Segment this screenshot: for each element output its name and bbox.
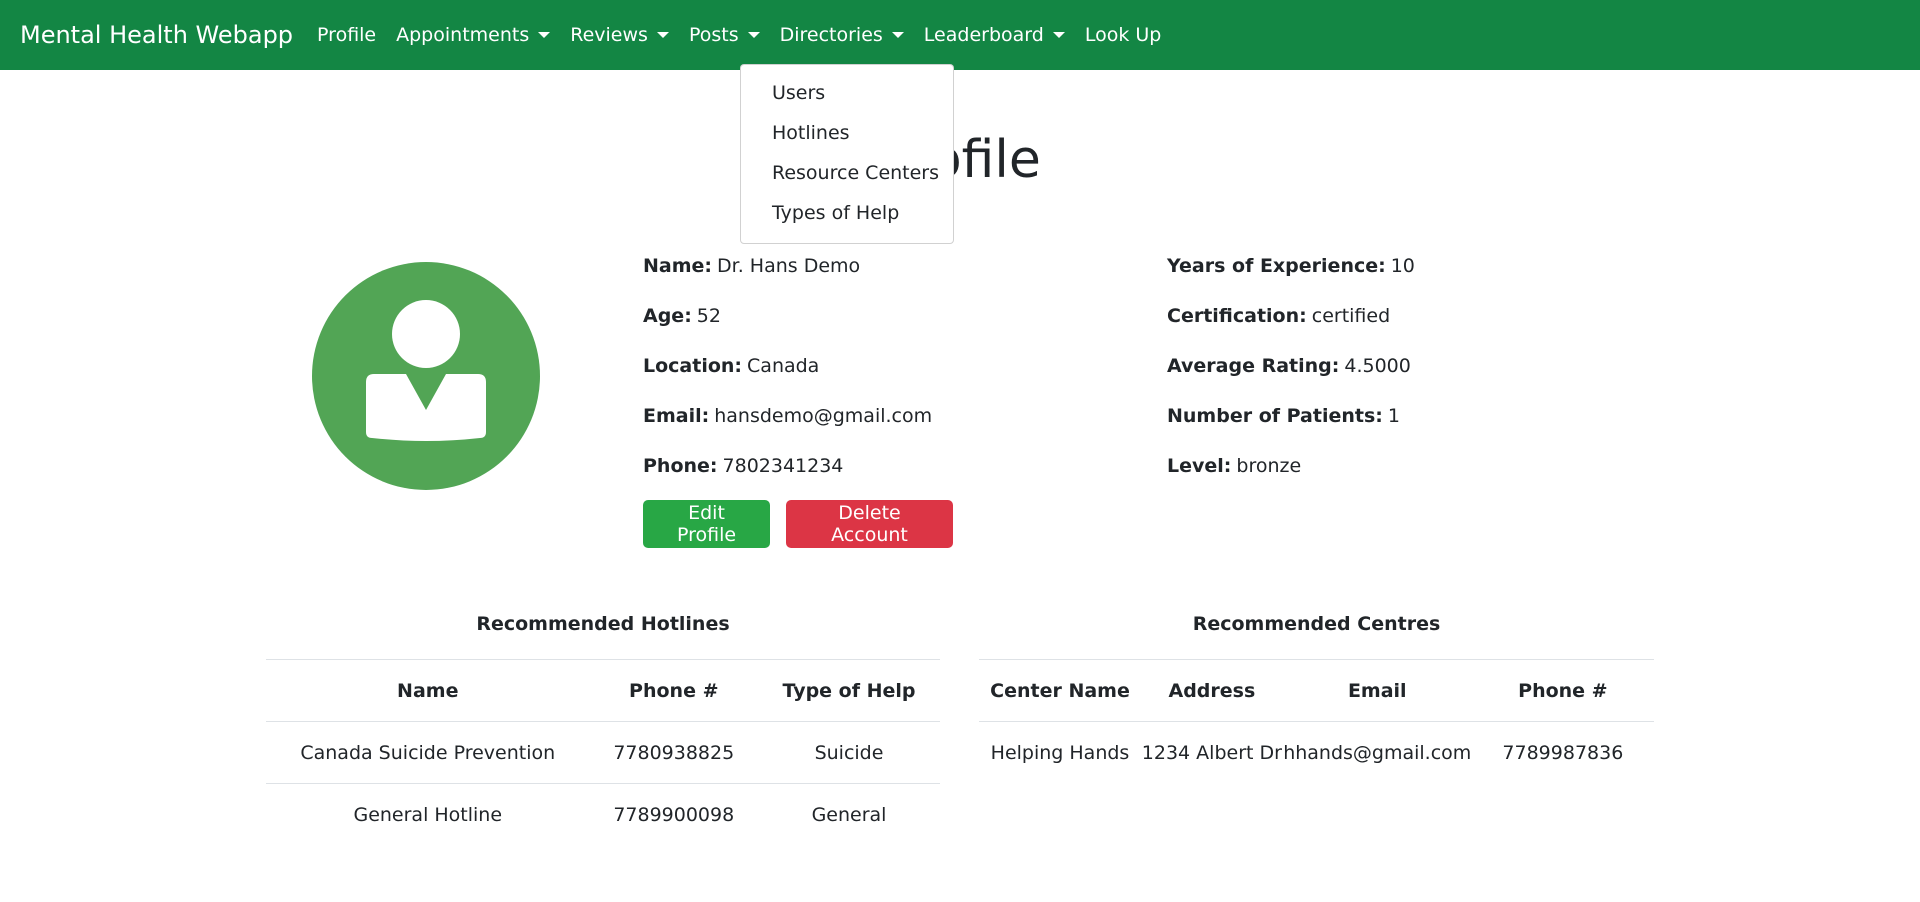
info-label: Phone:	[643, 455, 718, 477]
table-cell: 1234 Albert Dr	[1141, 741, 1282, 764]
column-header: Email	[1282, 660, 1472, 722]
dropdown-item-users[interactable]: Users	[741, 73, 953, 113]
nav-item-label: Profile	[317, 24, 377, 46]
dropdown-item-resource-centers[interactable]: Resource Centers	[741, 153, 953, 193]
nav-item-leaderboard[interactable]: Leaderboard	[914, 24, 1075, 46]
caret-down-icon	[747, 32, 760, 38]
info-label: Years of Experience:	[1167, 255, 1386, 277]
nav-item-appointments[interactable]: Appointments	[386, 24, 560, 46]
nav-item-posts[interactable]: Posts	[679, 24, 770, 46]
user-avatar-icon	[312, 262, 540, 490]
info-label: Certification:	[1167, 305, 1307, 327]
nav-item-profile[interactable]: Profile	[307, 24, 386, 46]
nav-item-look-up[interactable]: Look Up	[1075, 24, 1172, 46]
info-level: Level: bronze	[1167, 450, 1415, 500]
column-header: Address	[1141, 660, 1283, 722]
info-name: Name: Dr. Hans Demo	[643, 250, 932, 300]
info-value: 1	[1387, 405, 1400, 427]
info-label: Average Rating:	[1167, 355, 1340, 377]
centres-caption: Recommended Centres	[979, 605, 1654, 660]
nav-item-label: Leaderboard	[923, 24, 1044, 46]
info-average-rating: Average Rating: 4.5000	[1167, 350, 1415, 400]
info-age: Age: 52	[643, 300, 932, 350]
profile-info-right: Years of Experience: 10 Certification: cer…	[1167, 250, 1415, 500]
table-cell: Helping Hands	[990, 741, 1130, 764]
info-certification: Certification: certified	[1167, 300, 1415, 350]
info-value: 10	[1390, 255, 1415, 277]
table-header-row: Name Phone # Type of Help	[266, 660, 940, 722]
info-value: bronze	[1236, 455, 1302, 477]
centres-table: Center Name Address Email Phone # Helpin…	[979, 660, 1654, 783]
info-label: Age:	[643, 305, 692, 327]
caret-down-icon	[656, 32, 669, 38]
top-navbar: Mental Health Webapp Profile Appointment…	[0, 0, 1920, 70]
nav-item-label: Look Up	[1084, 24, 1162, 46]
info-phone: Phone: 7802341234	[643, 450, 932, 500]
dropdown-item-types-of-help[interactable]: Types of Help	[741, 193, 953, 233]
info-number-of-patients: Number of Patients: 1	[1167, 400, 1415, 450]
info-value: Canada	[747, 355, 820, 377]
column-header: Name	[266, 660, 590, 722]
caret-down-icon	[538, 32, 551, 38]
info-label: Number of Patients:	[1167, 405, 1383, 427]
table-cell: Canada Suicide Prevention	[266, 721, 590, 784]
table-row: Helping Hands 1234 Albert Dr hhands@gmai…	[979, 722, 1654, 784]
directories-dropdown-menu: Users Hotlines Resource Centers Types of…	[740, 64, 954, 244]
table-header-row: Center Name Address Email Phone #	[979, 660, 1654, 722]
recommended-hotlines-section: Recommended Hotlines Name Phone # Type o…	[266, 605, 940, 845]
caret-down-icon	[1052, 32, 1065, 38]
navbar-brand[interactable]: Mental Health Webapp	[20, 21, 293, 49]
info-value: certified	[1311, 305, 1391, 327]
info-value: hansdemo@gmail.com	[714, 405, 933, 427]
info-value: 7802341234	[722, 455, 844, 477]
nav-item-reviews[interactable]: Reviews	[560, 24, 679, 46]
info-label: Level:	[1167, 455, 1232, 477]
delete-account-button[interactable]: Delete Account	[786, 500, 953, 548]
recommended-centres-section: Recommended Centres Center Name Address …	[979, 605, 1654, 783]
table-cell: General Hotline	[353, 803, 503, 826]
dropdown-item-hotlines[interactable]: Hotlines	[741, 113, 953, 153]
nav-item-label: Directories	[779, 24, 883, 46]
hotlines-table: Name Phone # Type of Help Canada Suicide…	[266, 660, 940, 845]
edit-profile-button[interactable]: Edit Profile	[643, 500, 770, 548]
table-cell: 7780938825	[589, 721, 759, 784]
nav-item-label: Reviews	[570, 24, 648, 46]
column-header: Phone #	[1471, 660, 1654, 722]
table-cell: General	[811, 803, 887, 826]
info-value: 52	[696, 305, 721, 327]
table-cell: 7789987836	[1502, 741, 1624, 764]
info-value: 4.5000	[1344, 355, 1411, 377]
info-label: Email:	[643, 405, 710, 427]
table-cell: hhands@gmail.com	[1283, 741, 1472, 764]
info-years-of-experience: Years of Experience: 10	[1167, 250, 1415, 300]
profile-info-left: Name: Dr. Hans Demo Age: 52 Location: Canad…	[643, 250, 932, 500]
info-value: Dr. Hans Demo	[717, 255, 861, 277]
column-header: Center Name	[979, 660, 1141, 722]
nav-item-directories[interactable]: Directories	[770, 24, 914, 46]
table-row: Canada Suicide Prevention 7780938825 Sui…	[266, 721, 940, 784]
column-header: Type of Help	[758, 660, 940, 722]
hotlines-caption: Recommended Hotlines	[266, 605, 940, 660]
table-row: General Hotline 7789900098 General	[266, 784, 940, 846]
caret-down-icon	[891, 32, 904, 38]
info-location: Location: Canada	[643, 350, 932, 400]
nav-item-label: Appointments	[396, 24, 530, 46]
info-label: Name:	[643, 255, 713, 277]
info-label: Location:	[643, 355, 743, 377]
nav-item-label: Posts	[688, 24, 739, 46]
page-title: Profile	[879, 130, 1041, 190]
column-header: Phone #	[589, 660, 759, 722]
table-cell: 7789900098	[613, 803, 735, 826]
info-email: Email: hansdemo@gmail.com	[643, 400, 932, 450]
table-cell: Suicide	[758, 721, 940, 784]
